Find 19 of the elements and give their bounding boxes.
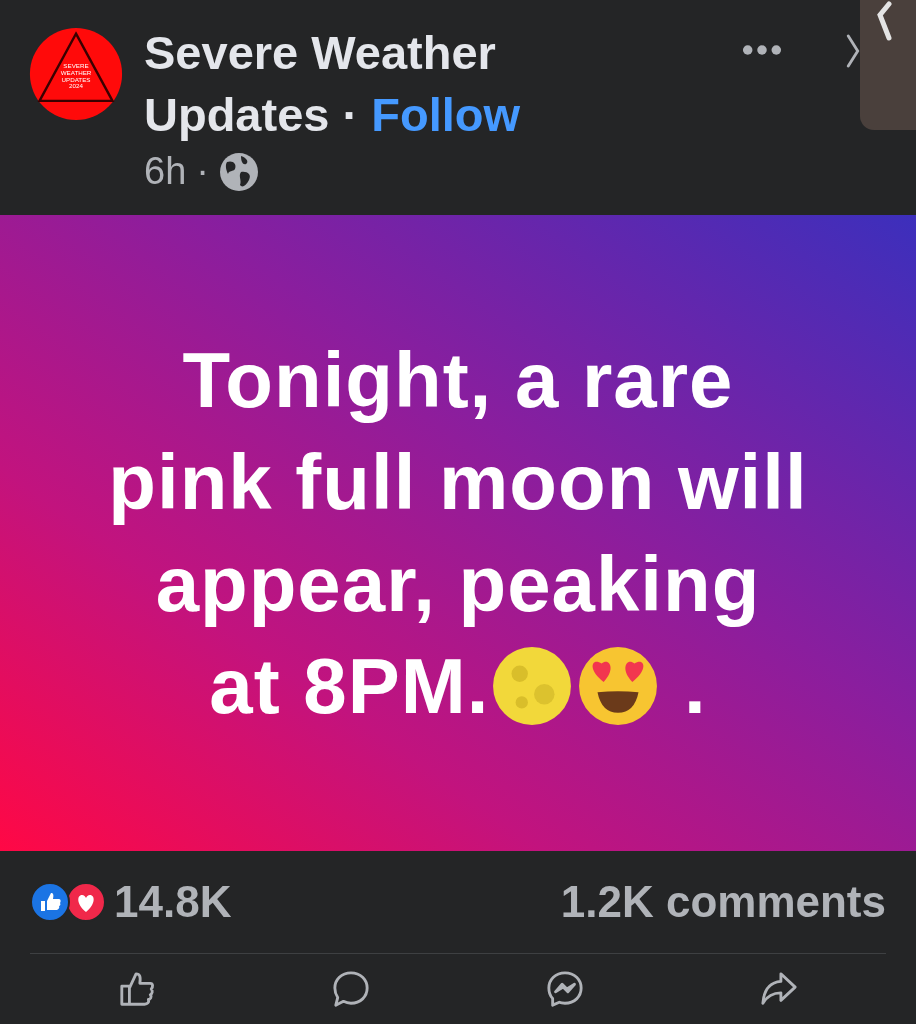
side-panel[interactable] [860,0,916,130]
more-icon[interactable] [742,44,782,56]
post-time: 6h [144,150,187,193]
share-icon[interactable] [760,970,798,1008]
chevron-left-icon[interactable] [876,0,892,42]
messenger-icon[interactable] [546,970,584,1008]
chevron-right-icon[interactable] [846,34,860,68]
post-text: Tonight, a rare pink full moon will appear, peaking at 8PM. . [107,335,809,732]
separator: · [196,150,209,193]
follow-link[interactable]: Follow [371,88,521,141]
reaction-count[interactable]: 14.8K [114,877,232,927]
page-title: Severe Weather Updates · Follow [144,25,522,143]
globe-icon [218,151,259,192]
reaction-icons[interactable] [30,882,106,922]
like-icon[interactable] [118,970,156,1008]
comment-count[interactable]: 1.2K comments [560,877,886,927]
moon-icon [491,645,574,727]
comment-icon[interactable] [332,970,370,1008]
heart-eyes-emoji-icon [577,645,660,727]
